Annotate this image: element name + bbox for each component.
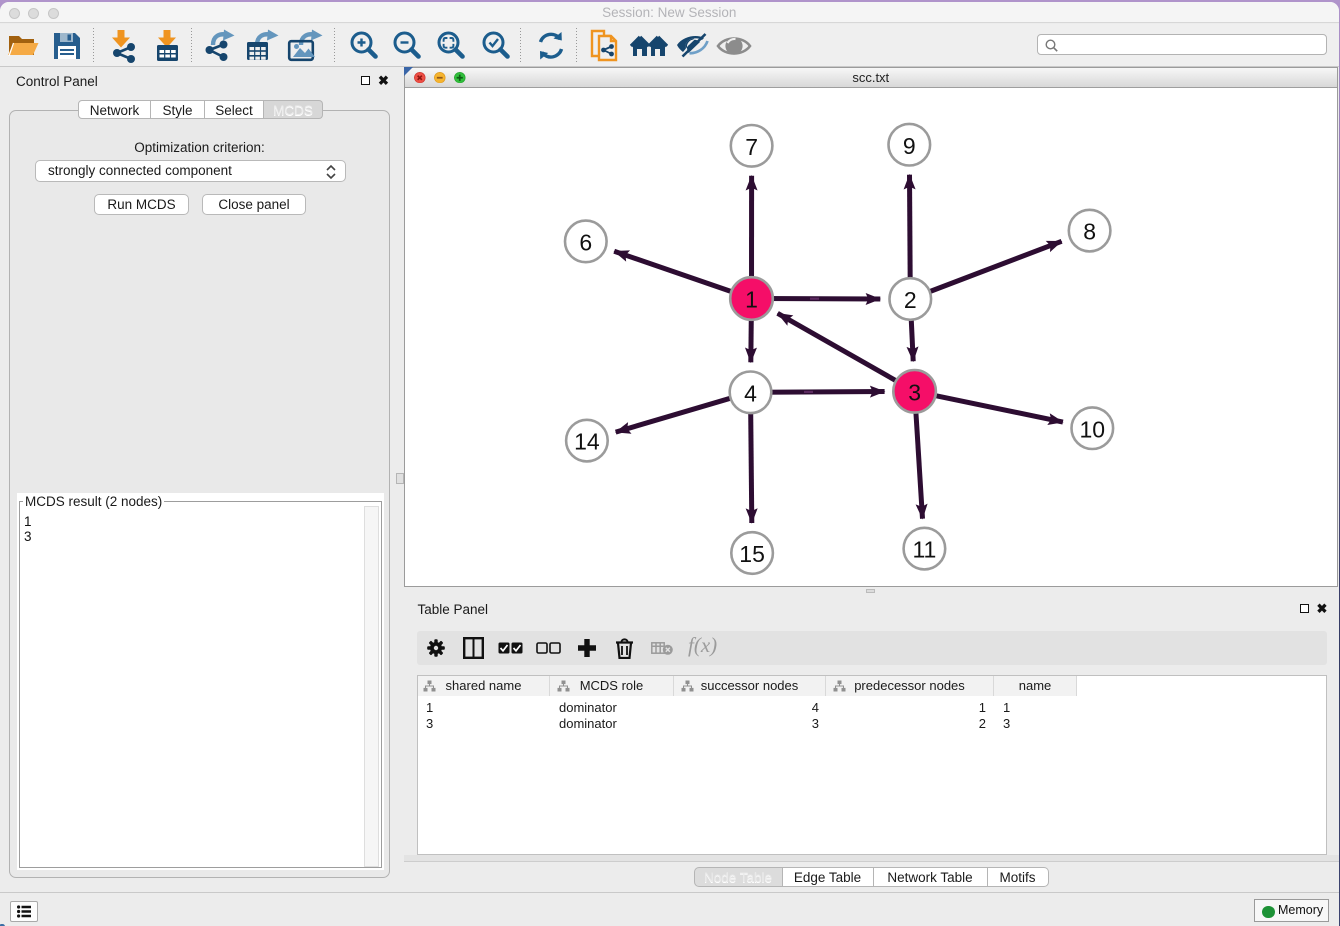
svg-text:11: 11	[912, 536, 936, 562]
svg-text:3: 3	[908, 379, 921, 405]
svg-text:9: 9	[902, 132, 915, 158]
svg-text:14: 14	[574, 428, 600, 454]
svg-text:8: 8	[1083, 218, 1096, 244]
svg-text:15: 15	[739, 541, 765, 567]
svg-text:2: 2	[903, 287, 916, 313]
svg-text:1: 1	[745, 286, 758, 312]
svg-text:10: 10	[1079, 416, 1105, 442]
svg-text:7: 7	[745, 133, 758, 159]
svg-text:4: 4	[744, 380, 757, 406]
svg-text:6: 6	[579, 229, 592, 255]
